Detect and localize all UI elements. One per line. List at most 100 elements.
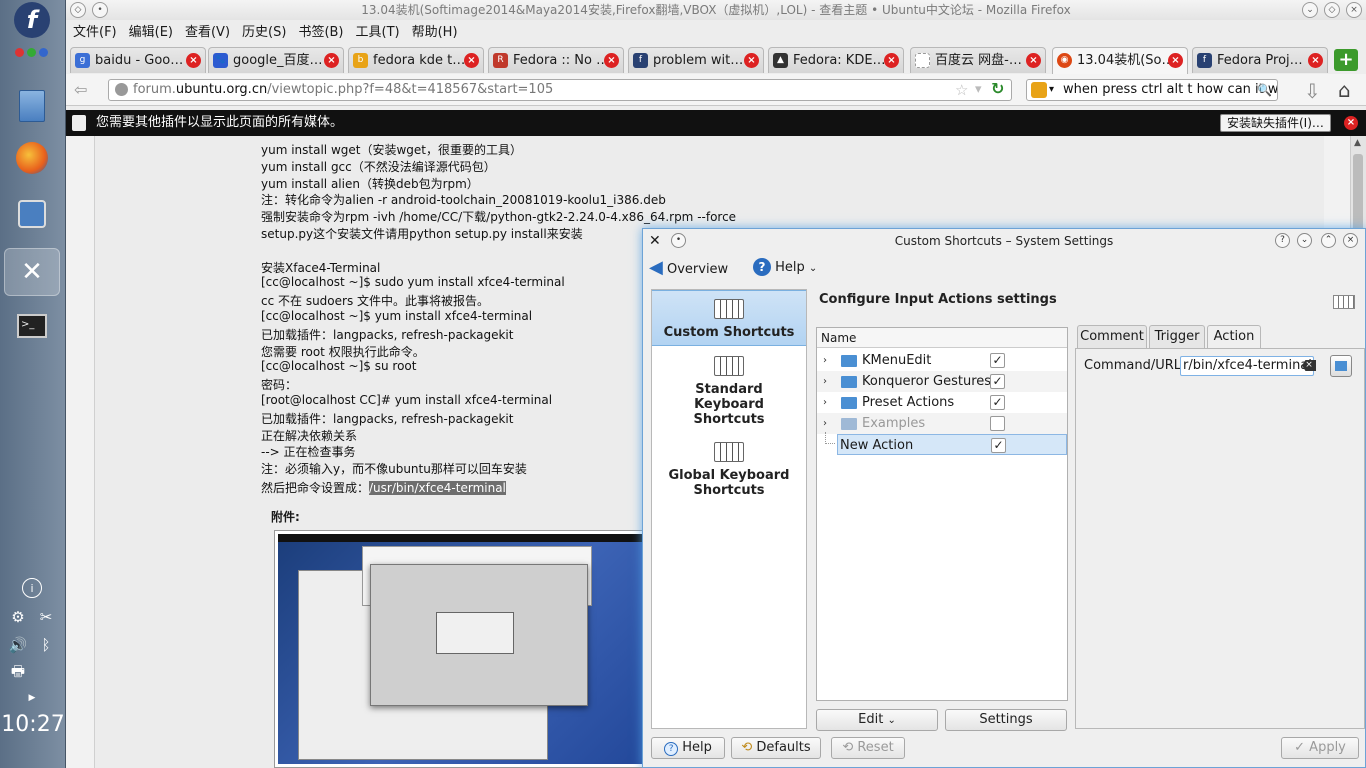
keep-above-icon[interactable]: • xyxy=(92,2,108,18)
defaults-button[interactable]: ⟲ Defaults xyxy=(731,737,821,759)
tab-close-icon[interactable]: × xyxy=(1308,53,1323,68)
tree-header[interactable]: Name xyxy=(817,328,1067,348)
close-icon[interactable]: × xyxy=(1346,2,1362,18)
tree-row[interactable]: › Konqueror Gestures ✓ xyxy=(817,371,1067,392)
attachment-image[interactable] xyxy=(274,530,650,768)
menu-history[interactable]: 历史(S) xyxy=(242,22,286,44)
settings-tools-icon[interactable]: ✕ xyxy=(649,233,661,249)
bing-search-engine-icon[interactable] xyxy=(1031,82,1047,98)
sidebar-item-global-shortcuts[interactable]: Global Keyboard Shortcuts xyxy=(652,442,806,506)
expand-arrow-icon[interactable]: ▶ xyxy=(22,688,42,708)
back-icon[interactable]: ⇦ xyxy=(74,80,102,100)
tab-ubuntu-forum[interactable]: ◉ 13.04装机(So… × xyxy=(1052,47,1188,74)
tab-fedora-no[interactable]: R Fedora :: No … × xyxy=(488,47,624,73)
close-icon[interactable]: × xyxy=(1343,233,1358,248)
file-manager-icon[interactable] xyxy=(12,86,52,126)
row-checkbox[interactable] xyxy=(990,416,1005,431)
reset-button[interactable]: ⟲ Reset xyxy=(831,737,905,759)
menu-file[interactable]: 文件(F) xyxy=(73,22,117,44)
expand-arrow-icon[interactable]: › xyxy=(823,371,827,392)
edit-button[interactable]: Edit ⌄ xyxy=(816,709,938,731)
bookmark-star-icon[interactable]: ☆ xyxy=(955,80,968,100)
post-text: 然后把命令设置成： xyxy=(261,481,370,495)
tab-action[interactable]: Action xyxy=(1207,325,1261,350)
tab-fedora-kde[interactable]: b fedora kde t… × xyxy=(348,47,484,73)
tab-trigger[interactable]: Trigger xyxy=(1149,325,1205,349)
tab-close-icon[interactable]: × xyxy=(604,53,619,68)
tree-row-new-action[interactable]: New Action ✓ xyxy=(837,434,1067,455)
tab-baidu-google[interactable]: g baidu - Goo… × xyxy=(70,47,206,73)
close-bar-icon[interactable]: × xyxy=(1344,116,1358,130)
tab-close-icon[interactable]: × xyxy=(884,53,899,68)
minimize-icon[interactable]: ⌄ xyxy=(1302,2,1318,18)
tree-row[interactable]: › KMenuEdit ✓ xyxy=(817,350,1067,371)
tab-close-icon[interactable]: × xyxy=(1026,53,1041,68)
new-tab-icon[interactable]: + xyxy=(1334,49,1358,71)
tab-close-icon[interactable]: × xyxy=(744,53,759,68)
browse-file-button[interactable] xyxy=(1330,355,1352,377)
firefox-icon[interactable] xyxy=(12,138,52,178)
command-url-input[interactable]: r/bin/xfce4-terminal xyxy=(1180,356,1314,376)
maximize-icon[interactable]: ⌃ xyxy=(1321,233,1336,248)
tree-header-label: Name xyxy=(821,331,857,345)
tab-close-icon[interactable]: × xyxy=(324,53,339,68)
fedora-launcher-icon[interactable]: f xyxy=(14,2,50,38)
home-icon[interactable]: ⌂ xyxy=(1338,78,1351,102)
tab-close-icon[interactable]: × xyxy=(464,53,479,68)
help-button[interactable]: ? Help xyxy=(651,737,725,759)
tab-problem[interactable]: f problem wit… × xyxy=(628,47,764,73)
gear-icon[interactable]: ⚙ xyxy=(8,607,28,627)
tab-baidu-yun[interactable]: 百度云 网盘-… × xyxy=(910,47,1046,73)
binoculars-icon[interactable]: 🔍 xyxy=(1257,80,1272,100)
terminal-icon[interactable]: >_ xyxy=(12,306,52,346)
expand-arrow-icon[interactable]: › xyxy=(823,413,827,434)
search-bar[interactable]: ▾ when press ctrl alt t how can it wo 🔍 xyxy=(1026,79,1278,101)
menu-bookmarks[interactable]: 书签(B) xyxy=(298,22,343,44)
help-menu-button[interactable]: ? Help ⌄ xyxy=(753,257,817,279)
row-checkbox[interactable]: ✓ xyxy=(990,374,1005,389)
volume-icon[interactable]: 🔊 xyxy=(8,635,28,655)
row-checkbox[interactable]: ✓ xyxy=(991,438,1006,453)
selected-text[interactable]: /usr/bin/xfce4-terminal xyxy=(369,481,506,495)
menu-help[interactable]: 帮助(H) xyxy=(412,22,458,44)
row-checkbox[interactable]: ✓ xyxy=(990,395,1005,410)
tab-fedora-project[interactable]: f Fedora Proj… × xyxy=(1192,47,1328,73)
dropdown-icon[interactable]: ▾ xyxy=(975,80,982,100)
menu-tools[interactable]: 工具(T) xyxy=(356,22,400,44)
tree-row[interactable]: › Examples xyxy=(817,413,1067,434)
install-plugins-button[interactable]: 安装缺失插件(I)… xyxy=(1220,114,1331,132)
sidebar-item-label: Custom Shortcuts xyxy=(663,325,795,340)
bluetooth-icon[interactable]: ᛒ xyxy=(36,635,56,655)
tab-comment[interactable]: Comment xyxy=(1077,325,1147,349)
tab-google-baidu[interactable]: 🐾 google_百度… × xyxy=(208,47,344,73)
window-menu-icon[interactable]: ◇ xyxy=(70,2,86,18)
tab-close-icon[interactable]: × xyxy=(1168,53,1183,68)
overview-button[interactable]: ◀ Overview xyxy=(649,257,728,279)
tab-close-icon[interactable]: × xyxy=(186,53,201,68)
reload-icon[interactable]: ↻ xyxy=(991,79,1004,99)
sidebar-item-standard-shortcuts[interactable]: Standard Keyboard Shortcuts xyxy=(652,356,806,436)
menu-view[interactable]: 查看(V) xyxy=(185,22,230,44)
keep-above-icon[interactable]: • xyxy=(671,233,686,248)
tab-fedora-kde-2[interactable]: ▲ Fedora: KDE… × xyxy=(768,47,904,73)
expand-arrow-icon[interactable]: › xyxy=(823,350,827,371)
system-settings-icon[interactable]: ✕ xyxy=(4,248,60,296)
help-icon[interactable]: ? xyxy=(1275,233,1290,248)
minimize-icon[interactable]: ⌄ xyxy=(1297,233,1312,248)
printer-icon[interactable]: 🖶 xyxy=(8,662,28,683)
scissors-icon[interactable]: ✂ xyxy=(36,607,56,627)
sidebar-item-custom-shortcuts[interactable]: Custom Shortcuts xyxy=(652,290,806,346)
tree-row[interactable]: › Preset Actions ✓ xyxy=(817,392,1067,413)
url-bar[interactable]: forum.ubuntu.org.cn/viewtopic.php?f=48&t… xyxy=(108,79,1012,101)
info-icon[interactable]: i xyxy=(22,578,42,598)
activity-dots-icon[interactable] xyxy=(15,48,49,58)
settings-button[interactable]: Settings xyxy=(945,709,1067,731)
row-checkbox[interactable]: ✓ xyxy=(990,353,1005,368)
maximize-icon[interactable]: ◇ xyxy=(1324,2,1340,18)
download-icon[interactable]: ⇩ xyxy=(1304,79,1321,103)
network-icon[interactable] xyxy=(12,194,52,234)
menu-edit[interactable]: 编辑(E) xyxy=(129,22,173,44)
apply-button[interactable]: ✓ Apply xyxy=(1281,737,1359,759)
expand-arrow-icon[interactable]: › xyxy=(823,392,827,413)
search-dropdown-icon[interactable]: ▾ xyxy=(1049,80,1054,100)
